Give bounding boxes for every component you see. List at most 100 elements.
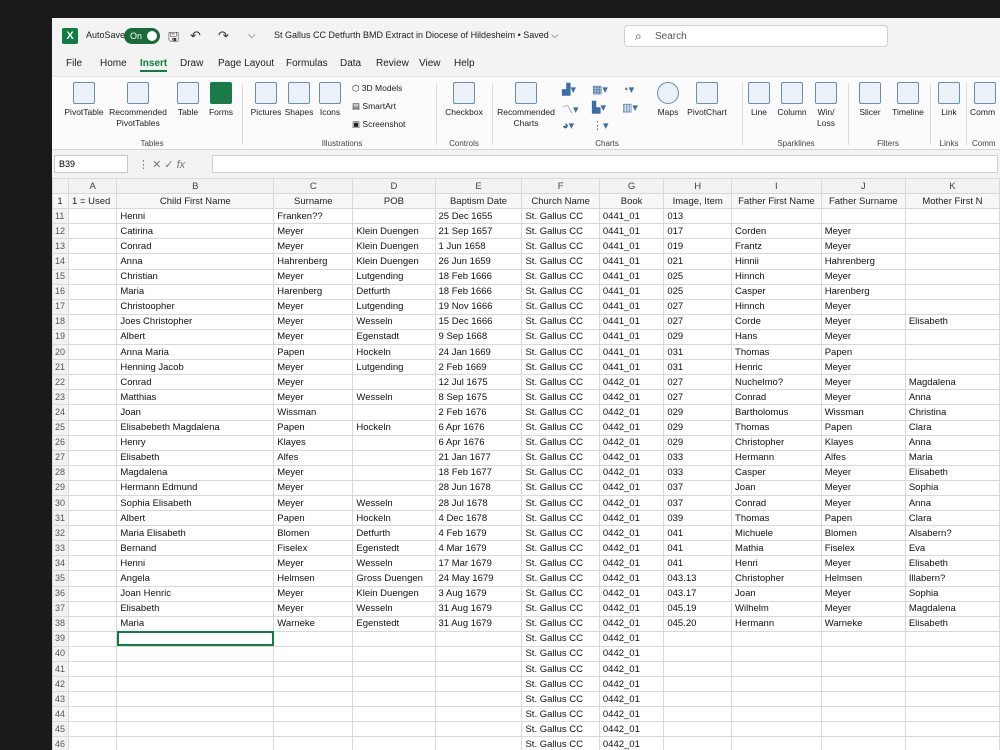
cell[interactable]: Elisabeth [116, 449, 275, 466]
cell[interactable] [352, 449, 436, 466]
cell[interactable] [904, 706, 1000, 723]
cell[interactable]: 2 Feb 1676 [434, 404, 523, 421]
cell[interactable]: Mathia [731, 540, 822, 557]
cell[interactable]: Meyer [273, 359, 354, 376]
row-number[interactable]: 27 [52, 449, 70, 466]
worksheet-grid[interactable]: ABCDEFGHIJK 11 = Used Child First Name Sur… [52, 178, 1000, 750]
tab-review[interactable]: Review [376, 58, 409, 69]
cell[interactable]: 0442_01 [598, 555, 665, 572]
scatter-chart-icon[interactable]: ◕▾ [562, 119, 574, 132]
cell[interactable]: St. Gallus CC [521, 328, 600, 346]
cell[interactable]: Meyer [820, 555, 906, 572]
cell[interactable]: St. Gallus CC [521, 283, 600, 300]
cell[interactable]: Meyer [273, 494, 354, 512]
cell[interactable] [820, 645, 906, 663]
cell[interactable]: Wesseln [352, 389, 436, 406]
cell[interactable]: Blomen [273, 525, 354, 542]
cell[interactable] [663, 706, 733, 723]
cell[interactable]: Anna [116, 253, 275, 270]
cell[interactable]: 019 [663, 238, 733, 255]
cell[interactable] [68, 268, 118, 285]
cell[interactable]: Meyer [820, 479, 906, 496]
cell[interactable]: Joan Henric [116, 585, 275, 602]
cell[interactable]: Meyer [273, 389, 354, 406]
cell[interactable]: Wesseln [352, 494, 436, 512]
cell[interactable]: 1 Jun 1658 [434, 238, 523, 255]
cell[interactable]: Casper [731, 464, 822, 481]
header-cell[interactable]: POB [352, 193, 436, 210]
cell[interactable] [68, 555, 118, 572]
cell[interactable] [352, 706, 436, 723]
cell[interactable]: Alfes [273, 449, 354, 466]
row-number[interactable]: 33 [52, 540, 70, 557]
cell[interactable]: Klein Duengen [352, 238, 436, 255]
cell[interactable]: Meyer [820, 600, 906, 617]
row-number[interactable]: 20 [52, 344, 70, 361]
cell[interactable]: St. Gallus CC [521, 540, 600, 557]
cell[interactable]: Harenberg [820, 283, 906, 300]
cell[interactable] [68, 510, 118, 527]
cell[interactable]: 24 Jan 1669 [434, 344, 523, 361]
cell[interactable]: 0442_01 [598, 449, 665, 466]
cell[interactable]: Klayes [820, 434, 906, 451]
row-number[interactable]: 32 [52, 525, 70, 542]
hierarchy-chart-icon[interactable]: ▦▾ [592, 83, 608, 96]
cell[interactable] [116, 676, 275, 693]
row-number[interactable]: 15 [52, 268, 70, 285]
forms-button[interactable]: Forms [204, 82, 238, 118]
cell[interactable]: 0441_01 [598, 344, 665, 361]
cell[interactable]: Elisabeth [904, 464, 1000, 481]
cell[interactable]: 033 [663, 449, 733, 466]
cell[interactable] [352, 660, 436, 678]
cell[interactable] [663, 721, 733, 738]
cell[interactable] [352, 691, 436, 708]
select-all-corner[interactable] [52, 178, 70, 195]
cell[interactable]: Wissman [820, 404, 906, 421]
cell[interactable]: 0442_01 [598, 404, 665, 421]
cell[interactable]: St. Gallus CC [521, 630, 600, 647]
cell[interactable]: Egenstadt [352, 328, 436, 346]
cell[interactable]: St. Gallus CC [521, 660, 600, 678]
cell[interactable]: Meyer [820, 585, 906, 602]
cell[interactable]: Illabern? [904, 570, 1000, 587]
cell[interactable] [904, 208, 1000, 225]
cell[interactable]: Meyer [273, 464, 354, 481]
cell[interactable] [904, 253, 1000, 270]
cell[interactable]: 4 Feb 1679 [434, 525, 523, 542]
cell[interactable] [68, 525, 118, 542]
cell[interactable] [820, 721, 906, 738]
cell[interactable] [68, 736, 118, 750]
cell[interactable]: Hermann Edmund [116, 479, 275, 496]
row-number[interactable]: 43 [52, 691, 70, 708]
cell[interactable]: Meyer [820, 268, 906, 285]
cell[interactable]: St. Gallus CC [521, 464, 600, 481]
tab-insert[interactable]: Insert [140, 58, 168, 72]
cell[interactable]: Clara [904, 419, 1000, 436]
maps-button[interactable]: Maps [654, 82, 682, 118]
cell[interactable] [904, 283, 1000, 300]
cell[interactable]: 043.17 [663, 585, 733, 602]
cell[interactable] [68, 313, 118, 330]
cell[interactable]: 0441_01 [598, 283, 665, 300]
cell[interactable]: Anna [904, 389, 1000, 406]
sparkline-column-button[interactable]: Column [774, 82, 810, 118]
cell[interactable]: Meyer [273, 298, 354, 315]
cell[interactable]: 0441_01 [598, 298, 665, 315]
cell[interactable]: Christina [904, 404, 1000, 421]
cell[interactable] [68, 479, 118, 496]
tab-page-layout[interactable]: Page Layout [218, 58, 274, 69]
cell[interactable] [68, 540, 118, 557]
cell[interactable]: St. Gallus CC [521, 238, 600, 255]
row-number[interactable]: 37 [52, 600, 70, 617]
cell[interactable] [663, 676, 733, 693]
row-number[interactable]: 24 [52, 404, 70, 421]
shapes-button[interactable]: Shapes [284, 82, 314, 118]
column-header-a[interactable]: A [68, 178, 118, 195]
cell[interactable]: 0441_01 [598, 313, 665, 330]
cell[interactable] [68, 389, 118, 406]
cell[interactable] [68, 630, 118, 647]
cell[interactable]: St. Gallus CC [521, 615, 600, 632]
row-number[interactable]: 40 [52, 645, 70, 663]
cell[interactable]: 21 Jan 1677 [434, 449, 523, 466]
cell[interactable] [904, 328, 1000, 346]
